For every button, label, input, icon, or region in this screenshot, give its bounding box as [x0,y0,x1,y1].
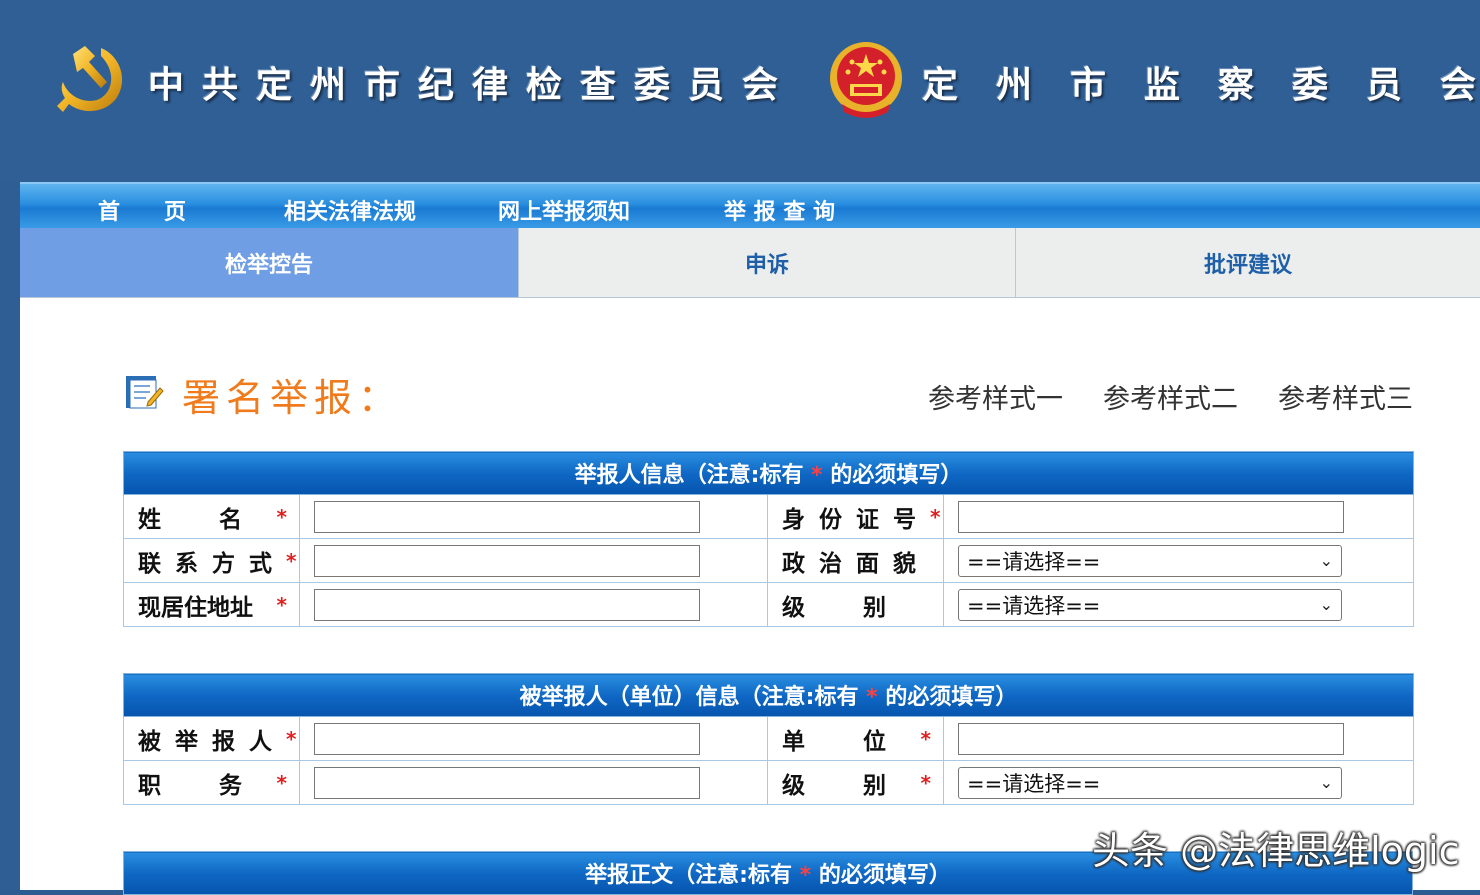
header-right-title: 定州市监察委员会 [922,65,1480,106]
accused-level-select-cell: ==请选择== ⌄ [943,760,1414,805]
caption-required-star: * [866,685,878,710]
name-label-cell: 姓 名 * [123,494,300,539]
accused-info-table: 被举报人（单位）信息（注意:标有 * 的必须填写） 被举报人 * 单 位 * 职 务… [123,673,1414,805]
required-star: * [930,504,941,529]
required-star: * [286,548,297,573]
id-input-cell [943,494,1414,539]
reporter-name-input[interactable] [314,500,700,533]
political-label-cell: 政治面貌 [767,538,944,583]
id-number-label: 身份证号 [782,506,930,533]
accused-level-label: 级 别 [782,772,890,799]
required-star: * [920,770,931,795]
level-select-cell: ==请选择== ⌄ [943,582,1414,627]
accused-level-label-cell: 级 别 * [767,760,944,805]
contact-label: 联系方式 [138,550,286,577]
nav-laws[interactable]: 相关法律法规 [284,194,416,226]
name-label: 姓 名 [138,506,246,533]
reporter-info-table: 举报人信息（注意:标有 * 的必须填写） 姓 名 * 身份证号 * 联系方式 * 政治… [123,451,1414,627]
accused-label-cell: 被举报人 * [123,716,300,761]
nav-report-guide[interactable]: 网上举报须知 [498,194,630,226]
form-icon [126,376,164,409]
accused-input-cell [299,716,768,761]
contact-input[interactable] [314,544,700,577]
nav-report-query[interactable]: 举 报 查 询 [724,194,835,226]
unit-label: 单 位 [782,728,890,755]
nav-home[interactable]: 首 页 [98,194,186,226]
level-label: 级 别 [782,594,890,621]
accused-level-select[interactable]: ==请选择== ⌄ [958,766,1342,799]
reporter-info-caption: 举报人信息（注意:标有 * 的必须填写） [123,451,1414,495]
id-number-input[interactable] [958,500,1344,533]
sample-style-3-link[interactable]: 参考样式三 [1278,377,1413,416]
duty-input-cell [299,760,768,805]
report-type-tabs: 检举控告 申诉 批评建议 [20,228,1480,298]
select-value: ==请选择== [967,593,1101,618]
political-status-label: 政治面貌 [782,550,930,577]
sample-style-1-link[interactable]: 参考样式一 [928,377,1063,416]
unit-input[interactable] [958,722,1344,755]
caption-text-end: 的必须填写） [885,685,1018,710]
required-star: * [920,726,931,751]
tab-appeal[interactable]: 申诉 [518,228,1016,297]
select-value: ==请选择== [967,549,1101,574]
chevron-down-icon: ⌄ [1319,773,1333,792]
political-status-select[interactable]: ==请选择== ⌄ [958,544,1342,577]
required-star: * [276,770,287,795]
caption-text-end: 的必须填写） [830,463,963,488]
unit-label-cell: 单 位 * [767,716,944,761]
caption-text: 举报正文（注意:标有 [585,863,792,888]
unit-input-cell [943,716,1414,761]
address-input-cell [299,582,768,627]
sample-style-2-link[interactable]: 参考样式二 [1103,377,1238,416]
left-border [0,182,20,890]
watermark: 头条 @法律思维logic [1092,829,1460,873]
address-input[interactable] [314,588,700,621]
contact-label-cell: 联系方式 * [123,538,300,583]
reporter-level-select[interactable]: ==请选择== ⌄ [958,588,1342,621]
duty-label: 职 务 [138,772,246,799]
tab-accusation[interactable]: 检举控告 [20,228,518,297]
political-select-cell: ==请选择== ⌄ [943,538,1414,583]
caption-text: 举报人信息（注意:标有 [574,463,804,488]
tab-suggestion[interactable]: 批评建议 [1016,228,1480,297]
duty-input[interactable] [314,766,700,799]
address-label-cell: 现居住地址 * [123,582,300,627]
name-input-cell [299,494,768,539]
main-panel: 首 页 相关法律法规 网上举报须知 举 报 查 询 检举控告 申诉 批评建议 署… [20,182,1480,895]
top-nav: 首 页 相关法律法规 网上举报须知 举 报 查 询 [20,182,1480,228]
chevron-down-icon: ⌄ [1319,551,1333,570]
site-header: 中共定州市纪律检查委员会 定州市监察委员会 [0,0,1480,182]
address-label: 现居住地址 [138,594,253,621]
chevron-down-icon: ⌄ [1319,595,1333,614]
duty-label-cell: 职 务 * [123,760,300,805]
accused-label: 被举报人 [138,728,286,755]
caption-required-star: * [811,463,823,488]
contact-input-cell [299,538,768,583]
required-star: * [286,726,297,751]
level-label-cell: 级 别 [767,582,944,627]
header-left-title: 中共定州市纪律检查委员会 [148,65,797,106]
id-label-cell: 身份证号 * [767,494,944,539]
required-star: * [276,592,287,617]
accused-info-caption: 被举报人（单位）信息（注意:标有 * 的必须填写） [123,673,1414,717]
section-title: 署名举报： [182,376,403,420]
national-emblem-icon [830,42,902,118]
select-value: ==请选择== [967,771,1101,796]
required-star: * [276,504,287,529]
party-emblem-icon [57,46,123,112]
accused-name-input[interactable] [314,722,700,755]
caption-text: 被举报人（单位）信息（注意:标有 [519,685,859,710]
caption-text-end: 的必须填写） [818,863,951,888]
caption-required-star: * [799,863,812,888]
